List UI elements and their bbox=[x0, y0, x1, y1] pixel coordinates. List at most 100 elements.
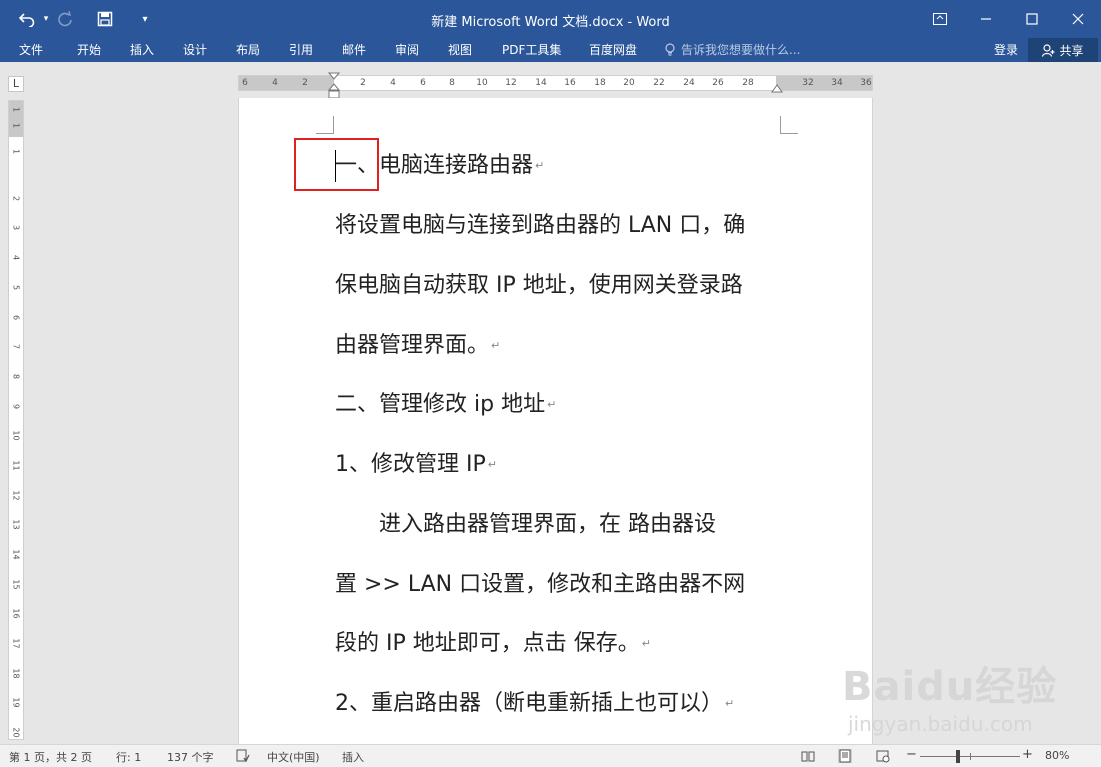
minimize-icon[interactable] bbox=[963, 0, 1009, 38]
paragraph-mark-icon: ↵ bbox=[491, 339, 501, 352]
customize-qat-icon[interactable]: ▾ bbox=[132, 8, 158, 30]
share-label: 共享 bbox=[1059, 43, 1084, 58]
ruler-tick: 17 bbox=[11, 638, 21, 649]
tab-layout[interactable]: 布局 bbox=[236, 41, 260, 58]
ruler-tick: 9 bbox=[11, 403, 21, 410]
right-indent-marker[interactable] bbox=[771, 84, 783, 94]
ruler-tick: 2 bbox=[360, 78, 366, 88]
proofing-icon[interactable] bbox=[236, 749, 250, 763]
paragraph-mark-icon: ↵ bbox=[641, 637, 651, 650]
ruler-tick: 15 bbox=[11, 579, 21, 590]
line-text: 1、修改管理 IP bbox=[335, 452, 486, 477]
ruler-tick: 6 bbox=[242, 78, 248, 88]
ruler-tick: 26 bbox=[712, 78, 724, 88]
undo-dropdown-icon[interactable]: ▾ bbox=[40, 8, 52, 30]
ruler-tick: 1 bbox=[11, 122, 21, 129]
zoom-level[interactable]: 80% bbox=[1045, 749, 1069, 762]
ruler-tick: 3 bbox=[11, 224, 21, 231]
ribbon-display-options-icon[interactable] bbox=[917, 0, 963, 38]
vertical-ruler[interactable]: 1 1 1 2 3 4 5 6 7 8 9 10 11 12 13 14 15 … bbox=[8, 100, 24, 740]
line-text: 置 >> LAN 口设置，修改和主路由器不网 bbox=[335, 572, 746, 597]
tell-me-box[interactable]: 告诉我您想要做什么... bbox=[664, 41, 800, 58]
zoom-slider-thumb[interactable] bbox=[956, 750, 960, 763]
save-icon[interactable] bbox=[92, 8, 118, 30]
tab-view[interactable]: 视图 bbox=[448, 41, 472, 58]
tab-review[interactable]: 审阅 bbox=[395, 41, 419, 58]
line-number[interactable]: 行: 1 bbox=[116, 749, 141, 765]
ruler-tick: 18 bbox=[594, 78, 606, 88]
zoom-in-icon[interactable]: + bbox=[1022, 747, 1033, 762]
login-link[interactable]: 登录 bbox=[994, 41, 1018, 58]
heading-line[interactable]: 二、管理修改 ip 地址 ↵ bbox=[335, 390, 556, 420]
ruler-tick: 12 bbox=[11, 490, 21, 501]
ruler-tick: 2 bbox=[302, 78, 308, 88]
paragraph-line[interactable]: 置 >> LAN 口设置，修改和主路由器不网 bbox=[335, 570, 745, 600]
subheading-line[interactable]: 2、重启路由器（断电重新插上也可以） ↵ bbox=[335, 689, 734, 719]
ruler-tick: 11 bbox=[11, 460, 21, 471]
maximize-icon[interactable] bbox=[1009, 0, 1055, 38]
line-text: 将设置电脑与连接到路由器的 LAN 口，确 bbox=[335, 213, 746, 238]
tab-selector[interactable]: L bbox=[8, 76, 24, 92]
ruler-tick: 10 bbox=[11, 430, 21, 441]
person-add-icon bbox=[1042, 43, 1055, 57]
undo-icon[interactable] bbox=[14, 8, 40, 30]
indent-marker[interactable] bbox=[328, 72, 340, 100]
ruler-tick: 4 bbox=[11, 254, 21, 261]
annotation-highlight-box bbox=[294, 138, 379, 191]
zoom-slider-center-tick bbox=[970, 753, 971, 760]
tab-mailings[interactable]: 邮件 bbox=[342, 41, 366, 58]
web-layout-icon[interactable] bbox=[876, 749, 890, 763]
close-icon[interactable] bbox=[1055, 0, 1101, 38]
ruler-tick: 28 bbox=[742, 78, 754, 88]
zoom-out-icon[interactable]: − bbox=[906, 747, 917, 762]
ruler-tick: 32 bbox=[802, 78, 814, 88]
paragraph-line[interactable]: 进入路由器管理界面，在 路由器设 bbox=[335, 510, 716, 540]
ruler-tick: 13 bbox=[11, 519, 21, 530]
watermark-logo: Baidu经验 bbox=[842, 664, 1058, 710]
ruler-tick: 7 bbox=[11, 343, 21, 350]
paragraph-mark-icon: ↵ bbox=[535, 159, 545, 172]
ruler-tick: 14 bbox=[11, 549, 21, 560]
tab-pdf-tools[interactable]: PDF工具集 bbox=[502, 41, 561, 58]
margin-corner-top-right bbox=[780, 116, 798, 134]
page-count[interactable]: 第 1 页，共 2 页 bbox=[9, 749, 92, 765]
quick-access-toolbar: ▾ ▾ bbox=[14, 8, 158, 30]
tab-file[interactable]: 文件 bbox=[19, 41, 43, 58]
ruler-tick: 20 bbox=[11, 727, 21, 738]
line-text: 二、管理修改 ip 地址 bbox=[335, 392, 546, 417]
line-text: 由器管理界面。 bbox=[335, 333, 490, 358]
paragraph-line[interactable]: 段的 IP 地址即可，点击 保存。 ↵ bbox=[335, 629, 651, 659]
paragraph-line[interactable]: 保电脑自动获取 IP 地址，使用网关登录路 bbox=[335, 271, 743, 301]
tab-insert[interactable]: 插入 bbox=[130, 41, 154, 58]
paragraph-line[interactable]: 由器管理界面。 ↵ bbox=[335, 331, 500, 361]
word-count[interactable]: 137 个字 bbox=[167, 749, 214, 765]
paragraph-mark-icon: ↵ bbox=[725, 697, 735, 710]
line-text: 段的 IP 地址即可，点击 保存。 bbox=[335, 631, 640, 656]
ruler-tick: 20 bbox=[623, 78, 635, 88]
insert-mode[interactable]: 插入 bbox=[342, 749, 364, 765]
ruler-tick: 12 bbox=[505, 78, 517, 88]
tab-baidu-netdisk[interactable]: 百度网盘 bbox=[589, 41, 637, 58]
ruler-tick: 36 bbox=[860, 78, 872, 88]
print-layout-icon[interactable] bbox=[838, 749, 852, 763]
redo-icon[interactable] bbox=[52, 8, 78, 30]
paragraph-mark-icon: ↵ bbox=[487, 458, 497, 471]
ruler-tick: 10 bbox=[476, 78, 488, 88]
title-bar: ▾ ▾ 新建 Microsoft Word 文档.docx - Word bbox=[0, 0, 1101, 38]
tab-references[interactable]: 引用 bbox=[289, 41, 313, 58]
subheading-line[interactable]: 1、修改管理 IP ↵ bbox=[335, 450, 497, 480]
share-button[interactable]: 共享 bbox=[1028, 38, 1098, 62]
document-page[interactable]: 一、电脑连接路由器 ↵ 将设置电脑与连接到路由器的 LAN 口，确 保电脑自动获取… bbox=[238, 98, 873, 744]
tab-design[interactable]: 设计 bbox=[183, 41, 207, 58]
paragraph-line[interactable]: 将设置电脑与连接到路由器的 LAN 口，确 bbox=[335, 211, 745, 241]
ruler-right-margin bbox=[776, 76, 872, 90]
line-text: 进入路由器管理界面，在 路由器设 bbox=[335, 512, 716, 537]
watermark-url: jingyan.baidu.com bbox=[848, 712, 1033, 736]
ruler-tick: 4 bbox=[272, 78, 278, 88]
ruler-tick: 19 bbox=[11, 697, 21, 708]
read-mode-icon[interactable] bbox=[801, 749, 815, 763]
tab-home[interactable]: 开始 bbox=[77, 41, 101, 58]
window-controls bbox=[917, 0, 1101, 38]
status-bar: 第 1 页，共 2 页 行: 1 137 个字 中文(中国) 插入 − + 80… bbox=[0, 744, 1101, 767]
language-indicator[interactable]: 中文(中国) bbox=[267, 749, 320, 765]
